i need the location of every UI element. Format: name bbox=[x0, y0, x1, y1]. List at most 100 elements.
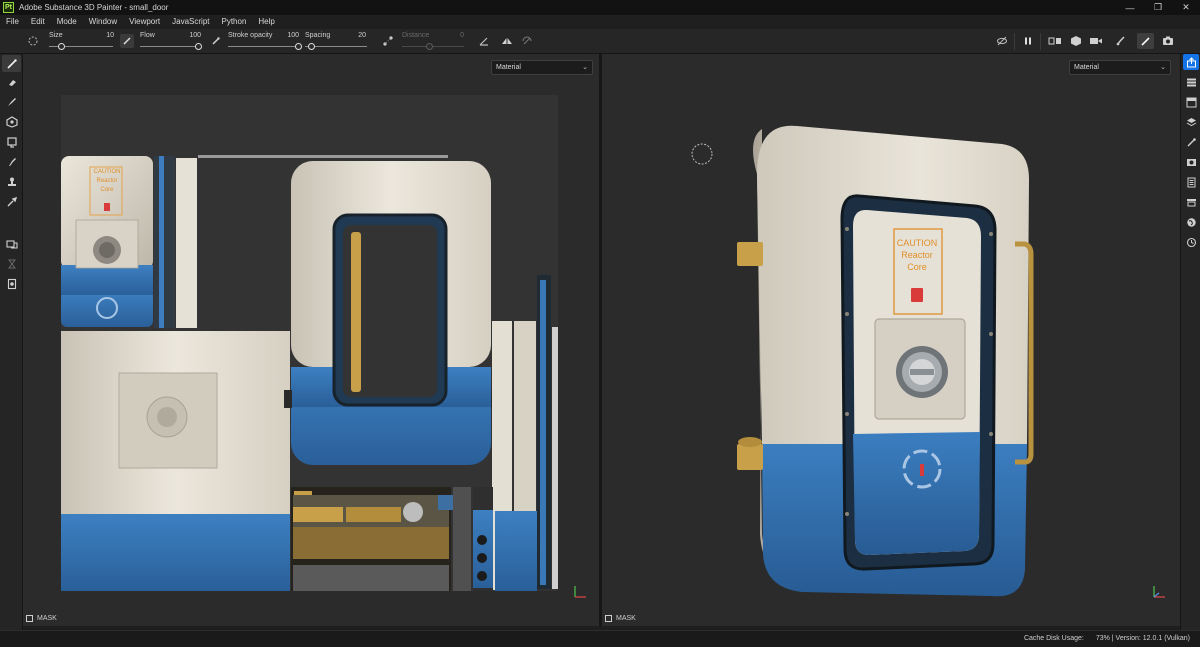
cache-disk-value: 73% bbox=[1095, 635, 1110, 642]
brush-preset-icon[interactable] bbox=[26, 34, 40, 48]
channel-select-2d-value: Material bbox=[496, 64, 521, 71]
menu-mode[interactable]: Mode bbox=[51, 15, 83, 29]
close-button[interactable]: ✕ bbox=[1172, 0, 1200, 15]
reactor-text-uv: Reactor bbox=[96, 178, 118, 184]
size-value[interactable]: 10 bbox=[98, 32, 114, 39]
chevron-down-icon: ⌄ bbox=[582, 64, 588, 71]
uv-2d-viewport[interactable]: Material ⌄ CAUTION Reactor Core MASK bbox=[23, 54, 599, 626]
spacing-value[interactable]: 20 bbox=[352, 32, 366, 39]
smudge-tool[interactable] bbox=[2, 133, 21, 150]
display-settings-panel-button[interactable] bbox=[1183, 154, 1199, 170]
flow-slider[interactable] bbox=[140, 46, 198, 47]
mask-brush-icon[interactable] bbox=[1114, 34, 1128, 48]
mask-checkbox-2d[interactable] bbox=[26, 615, 33, 622]
status-bar: Cache Disk Usage: 73% | Version: 12.0.1 … bbox=[0, 630, 1200, 647]
environment-panel-button[interactable] bbox=[1183, 214, 1199, 230]
smudge-icon bbox=[6, 136, 17, 148]
menu-python[interactable]: Python bbox=[216, 15, 253, 29]
pressure-size-icon[interactable] bbox=[120, 34, 134, 48]
uv-texture-drawing bbox=[61, 155, 558, 591]
eraser-tool[interactable] bbox=[2, 73, 21, 90]
spacing-slider-handle[interactable] bbox=[307, 43, 315, 50]
layers-panel-button[interactable] bbox=[1183, 74, 1199, 90]
brush-cursor-icon bbox=[691, 143, 713, 165]
camera-video-icon[interactable] bbox=[1089, 34, 1103, 48]
menu-edit[interactable]: Edit bbox=[25, 15, 51, 29]
projection-tool[interactable] bbox=[2, 93, 21, 110]
paint-brush-tool[interactable] bbox=[2, 55, 21, 72]
symmetry-options-icon[interactable] bbox=[520, 34, 534, 48]
toolbar-divider bbox=[1040, 33, 1041, 50]
app-logo: Pt bbox=[3, 2, 14, 13]
bake-icon bbox=[5, 239, 18, 249]
channel-select-3d[interactable]: Material ⌄ bbox=[1069, 60, 1171, 75]
flow-value[interactable]: 100 bbox=[183, 32, 201, 39]
shelf-panel-button[interactable] bbox=[1183, 194, 1199, 210]
brush-settings-panel-button[interactable] bbox=[1183, 134, 1199, 150]
menu-javascript[interactable]: JavaScript bbox=[166, 15, 215, 29]
3d-viewport[interactable]: Material ⌄ CAUTION Reactor Core MASK bbox=[602, 54, 1180, 626]
color-picker-icon bbox=[7, 196, 17, 206]
shelf-icon bbox=[1186, 198, 1196, 206]
mask-label-3d: MASK bbox=[616, 615, 636, 622]
share-panel-button[interactable] bbox=[1183, 54, 1199, 70]
caution-sign-uv: CAUTION Reactor Core bbox=[91, 168, 123, 195]
status-info: Cache Disk Usage: 73% | Version: 12.0.1 … bbox=[1024, 635, 1190, 642]
screenshot-camera-icon[interactable] bbox=[1161, 34, 1175, 48]
lazy-mouse-icon[interactable] bbox=[381, 34, 395, 48]
geometry-mask-icon bbox=[7, 278, 16, 289]
chevron-down-icon: ⌄ bbox=[1160, 64, 1166, 71]
symmetry-icon[interactable] bbox=[500, 34, 514, 48]
uv-axis-gizmo bbox=[571, 583, 589, 601]
stack-panel-button[interactable] bbox=[1183, 114, 1199, 130]
left-tool-strip bbox=[0, 54, 23, 630]
core-text-3d: Core bbox=[907, 262, 927, 272]
minimize-button[interactable]: — bbox=[1116, 0, 1144, 15]
angle-icon[interactable] bbox=[477, 34, 491, 48]
pause-icon[interactable] bbox=[1021, 34, 1035, 48]
window-title: Adobe Substance 3D Painter - small_door bbox=[19, 3, 169, 12]
hourglass-tool[interactable] bbox=[2, 255, 21, 272]
stamp-tool[interactable] bbox=[2, 173, 21, 190]
clone-tool[interactable] bbox=[2, 153, 21, 170]
pressure-flow-icon[interactable] bbox=[209, 34, 223, 48]
mask-toggle-2d[interactable]: MASK bbox=[26, 615, 57, 622]
size-slider-handle[interactable] bbox=[58, 43, 66, 50]
projection-icon bbox=[7, 97, 16, 106]
uv-texture-canvas[interactable]: CAUTION Reactor Core bbox=[61, 95, 558, 591]
split-view-icon[interactable] bbox=[1048, 34, 1062, 48]
texture-set-panel-button[interactable] bbox=[1183, 94, 1199, 110]
distance-label: Distance bbox=[402, 32, 430, 39]
maximize-button[interactable]: ❐ bbox=[1144, 0, 1172, 15]
polygon-fill-tool[interactable] bbox=[2, 113, 21, 130]
paint-mode-icon[interactable] bbox=[1137, 33, 1154, 49]
window-controls: — ❐ ✕ bbox=[1116, 0, 1200, 15]
stroke-opacity-slider-handle[interactable] bbox=[294, 43, 302, 50]
history-panel-button[interactable] bbox=[1183, 234, 1199, 250]
brush-settings-icon bbox=[1187, 137, 1196, 146]
stroke-opacity-value[interactable]: 100 bbox=[283, 32, 299, 39]
stack-icon bbox=[1186, 117, 1196, 126]
core-text-uv: Core bbox=[100, 187, 114, 193]
mask-checkbox-3d[interactable] bbox=[605, 615, 612, 622]
mask-toggle-3d[interactable]: MASK bbox=[605, 615, 636, 622]
properties-panel-button[interactable] bbox=[1183, 174, 1199, 190]
color-picker-tool[interactable] bbox=[2, 193, 21, 210]
menu-file[interactable]: File bbox=[0, 15, 25, 29]
channel-select-2d[interactable]: Material ⌄ bbox=[491, 60, 593, 75]
flow-slider-handle[interactable] bbox=[194, 43, 202, 50]
hide-ui-icon[interactable] bbox=[995, 34, 1009, 48]
menu-help[interactable]: Help bbox=[252, 15, 280, 29]
polygon-fill-icon bbox=[5, 115, 18, 128]
texture-set-icon bbox=[1186, 97, 1196, 107]
render-mode-icon[interactable] bbox=[1069, 34, 1083, 48]
menu-bar: File Edit Mode Window Viewport JavaScrip… bbox=[0, 15, 1200, 29]
title-bar: Pt Adobe Substance 3D Painter - small_do… bbox=[0, 0, 1200, 15]
version-text: Version: 12.0.1 (Vulkan) bbox=[1115, 635, 1190, 642]
menu-window[interactable]: Window bbox=[83, 15, 123, 29]
geometry-mask-tool[interactable] bbox=[2, 275, 21, 292]
stroke-opacity-slider[interactable] bbox=[228, 46, 298, 47]
bake-tool[interactable] bbox=[2, 235, 21, 252]
stroke-opacity-label: Stroke opacity bbox=[228, 32, 273, 39]
menu-viewport[interactable]: Viewport bbox=[123, 15, 166, 29]
